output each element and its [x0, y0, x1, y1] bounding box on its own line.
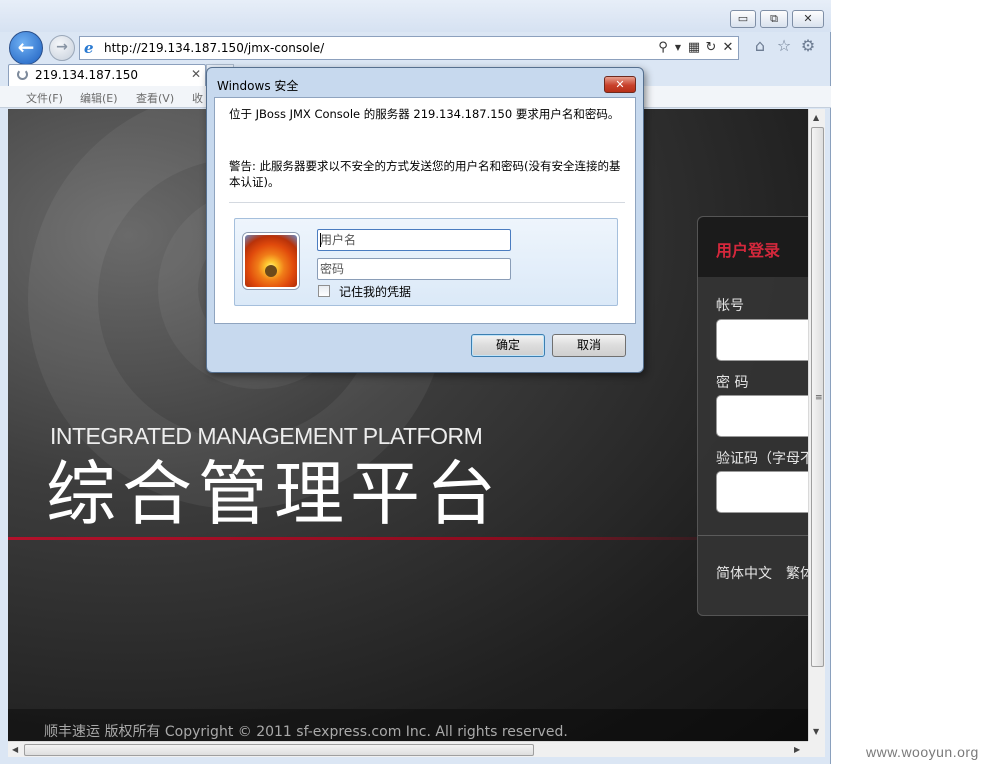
copyright-text: 顺丰速运 版权所有 Copyright © 2011 sf-express.co…	[44, 724, 568, 740]
stop-icon[interactable]: ✕	[721, 40, 735, 56]
restore-button[interactable]: ⧉	[760, 10, 788, 28]
scrollbar-corner	[808, 741, 825, 757]
dialog-separator	[229, 202, 625, 203]
lang-simplified-link[interactable]: 简体中文	[716, 563, 772, 583]
platform-title-cn: 综合管理平台	[46, 453, 502, 535]
ok-button[interactable]: 确定	[471, 334, 545, 357]
scroll-up-icon[interactable]: ▲	[813, 113, 819, 122]
password-placeholder: 密码	[320, 262, 345, 276]
flower-center-icon	[265, 265, 277, 277]
account-label: 帐号	[716, 298, 744, 314]
account-input[interactable]	[716, 319, 808, 361]
dialog-body: 位于 JBoss JMX Console 的服务器 219.134.187.15…	[214, 97, 636, 324]
home-icon[interactable]: ⌂	[750, 36, 770, 56]
scroll-grip-icon: ≡	[815, 393, 823, 403]
menu-edit[interactable]: 编辑(E)	[80, 90, 118, 106]
text-caret	[320, 233, 321, 247]
dropdown-arrow-icon[interactable]: ▼	[671, 40, 685, 56]
menu-view[interactable]: 查看(V)	[136, 90, 174, 106]
remember-checkbox[interactable]	[318, 285, 330, 297]
platform-title-reflection: 综合管理平台	[8, 539, 708, 609]
favorites-star-icon[interactable]: ☆	[774, 36, 794, 56]
loading-spinner-icon	[17, 69, 28, 80]
back-button[interactable]: ←	[9, 31, 43, 65]
credential-tile: 用户名 密码 记住我的凭据	[234, 218, 618, 306]
user-avatar	[243, 233, 299, 289]
platform-title-en: INTEGRATED MANAGEMENT PLATFORM	[50, 423, 483, 449]
close-icon: ✕	[615, 78, 625, 91]
login-header: 用户登录	[698, 217, 808, 277]
title-bar: ▭ ⧉ ✕	[0, 0, 831, 32]
horizontal-scroll-thumb[interactable]	[24, 744, 534, 756]
tab-label: 219.134.187.150	[35, 68, 139, 82]
username-input[interactable]: 用户名	[317, 229, 511, 251]
vertical-scrollbar[interactable]: ▲ ≡ ▼	[808, 109, 825, 741]
search-icon[interactable]: ⚲	[656, 40, 670, 56]
username-placeholder: 用户名	[320, 233, 357, 247]
address-bar[interactable]: e http://219.134.187.150/jmx-console/ ⚲ …	[79, 36, 739, 60]
tab-active[interactable]: 219.134.187.150 ✕	[8, 64, 206, 86]
refresh-icon[interactable]: ↻	[704, 40, 718, 56]
back-arrow-icon: ←	[17, 35, 35, 59]
close-window-button[interactable]: ✕	[792, 10, 824, 28]
windows-security-dialog: Windows 安全 ✕ 位于 JBoss JMX Console 的服务器 2…	[206, 67, 644, 373]
menu-file[interactable]: 文件(F)	[26, 90, 63, 106]
vertical-scroll-thumb[interactable]: ≡	[811, 127, 824, 667]
minimize-button[interactable]: ▭	[730, 10, 756, 28]
login-divider	[698, 535, 808, 536]
dialog-close-button[interactable]: ✕	[604, 76, 636, 93]
captcha-label: 验证码（字母不	[716, 451, 808, 467]
watermark-text: www.wooyun.org	[866, 744, 979, 760]
forward-arrow-icon: →	[56, 39, 68, 55]
password-input[interactable]: 密码	[317, 258, 511, 280]
dialog-title: Windows 安全	[217, 79, 299, 93]
red-divider-line	[8, 537, 698, 540]
password-label: 密 码	[716, 375, 749, 391]
menu-favorites[interactable]: 收	[192, 90, 203, 106]
captcha-input[interactable]	[716, 471, 808, 513]
dialog-warning: 警告: 此服务器要求以不安全的方式发送您的用户名和密码(没有安全连接的基本认证)…	[229, 159, 621, 189]
scroll-down-icon[interactable]: ▼	[813, 727, 819, 736]
dialog-message: 位于 JBoss JMX Console 的服务器 219.134.187.15…	[229, 107, 620, 121]
compatibility-view-icon[interactable]: ▦	[687, 40, 701, 56]
login-title: 用户登录	[716, 241, 781, 260]
scroll-right-icon[interactable]: ▶	[794, 745, 800, 754]
scroll-left-icon[interactable]: ◀	[12, 745, 18, 754]
navigation-bar: ← → e http://219.134.187.150/jmx-console…	[0, 30, 831, 65]
login-panel: 用户登录 帐号 密 码 验证码（字母不 简体中文 繁体	[697, 216, 808, 616]
gear-icon[interactable]: ⚙	[798, 36, 818, 56]
ie-logo-icon: e	[84, 39, 94, 57]
lang-traditional-link[interactable]: 繁体	[786, 563, 808, 583]
tab-close-icon[interactable]: ✕	[191, 67, 201, 81]
url-text[interactable]: http://219.134.187.150/jmx-console/	[104, 41, 324, 55]
remember-label[interactable]: 记住我的凭据	[339, 283, 411, 300]
forward-button[interactable]: →	[49, 35, 75, 61]
password-input[interactable]	[716, 395, 808, 437]
cancel-button[interactable]: 取消	[552, 334, 626, 357]
horizontal-scrollbar[interactable]: ◀ ▶	[8, 741, 808, 757]
